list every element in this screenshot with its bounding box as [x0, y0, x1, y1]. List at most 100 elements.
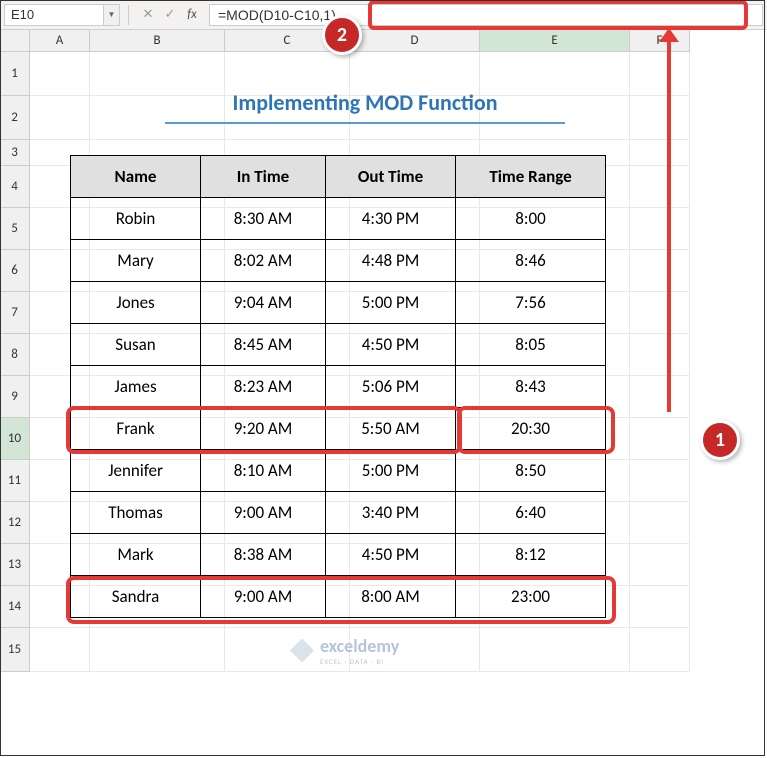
formula-input[interactable]	[209, 4, 763, 26]
cell-name[interactable]: Jennifer	[71, 450, 201, 492]
col-header-B[interactable]: B	[90, 30, 225, 52]
cell-F10[interactable]	[630, 418, 690, 460]
table-row: James8:23 AM5:06 PM8:43	[71, 366, 606, 408]
row-header-14[interactable]: 14	[0, 586, 30, 628]
cell-name[interactable]: Mary	[71, 240, 201, 282]
row-header-7[interactable]: 7	[0, 292, 30, 334]
cell-in[interactable]: 8:45 AM	[201, 324, 326, 366]
col-header-A[interactable]: A	[30, 30, 90, 52]
cell-out[interactable]: 8:00 AM	[326, 576, 456, 618]
cell-range[interactable]: 20:30	[456, 408, 606, 450]
cell-F8[interactable]	[630, 334, 690, 376]
cell-F15[interactable]	[630, 628, 690, 672]
cell-range[interactable]: 8:46	[456, 240, 606, 282]
cancel-icon[interactable]: ✕	[137, 4, 159, 26]
cell-in[interactable]: 8:23 AM	[201, 366, 326, 408]
cell-name[interactable]: Frank	[71, 408, 201, 450]
cell-name[interactable]: Susan	[71, 324, 201, 366]
row-header-6[interactable]: 6	[0, 250, 30, 292]
cell-range[interactable]: 8:00	[456, 198, 606, 240]
enter-icon[interactable]: ✓	[159, 4, 181, 26]
name-box-dropdown[interactable]: ▼	[104, 4, 120, 26]
cell-name[interactable]: Robin	[71, 198, 201, 240]
cell-F9[interactable]	[630, 376, 690, 418]
col-header-E[interactable]: E	[480, 30, 630, 52]
row-header-4[interactable]: 4	[0, 166, 30, 208]
header-in-time[interactable]: In Time	[201, 156, 326, 198]
table-row: Mary8:02 AM4:48 PM8:46	[71, 240, 606, 282]
cell-F2[interactable]	[630, 96, 690, 140]
row-header-8[interactable]: 8	[0, 334, 30, 376]
cell-name[interactable]: Sandra	[71, 576, 201, 618]
row-header-3[interactable]: 3	[0, 140, 30, 166]
cell-F1[interactable]	[630, 52, 690, 96]
spreadsheet-grid: A B C D E F 123456789101112131415	[0, 30, 767, 52]
cell-name[interactable]: Thomas	[71, 492, 201, 534]
cell-E15[interactable]	[480, 628, 630, 672]
cell-A2[interactable]	[30, 96, 90, 140]
cell-name[interactable]: Jones	[71, 282, 201, 324]
cell-F6[interactable]	[630, 250, 690, 292]
cell-F4[interactable]	[630, 166, 690, 208]
cell-range[interactable]: 7:56	[456, 282, 606, 324]
cell-out[interactable]: 5:06 PM	[326, 366, 456, 408]
cell-F3[interactable]	[630, 140, 690, 166]
table-row: Jennifer8:10 AM5:00 PM8:50	[71, 450, 606, 492]
col-header-D[interactable]: D	[350, 30, 480, 52]
watermark-text: exceldemy	[320, 635, 399, 657]
cell-F12[interactable]	[630, 502, 690, 544]
cell-out[interactable]: 5:00 PM	[326, 450, 456, 492]
table-header-row: Name In Time Out Time Time Range	[71, 156, 606, 198]
row-header-2[interactable]: 2	[0, 96, 30, 140]
row-header-15[interactable]: 15	[0, 628, 30, 672]
cell-in[interactable]: 9:00 AM	[201, 576, 326, 618]
table-row: Robin8:30 AM4:30 PM8:00	[71, 198, 606, 240]
cell-F7[interactable]	[630, 292, 690, 334]
cell-F5[interactable]	[630, 208, 690, 250]
cell-F14[interactable]	[630, 586, 690, 628]
cell-A1[interactable]	[30, 52, 90, 96]
cell-in[interactable]: 8:10 AM	[201, 450, 326, 492]
cell-range[interactable]: 8:50	[456, 450, 606, 492]
fx-icon[interactable]: fx	[181, 4, 203, 26]
cell-out[interactable]: 4:50 PM	[326, 324, 456, 366]
cell-in[interactable]: 8:02 AM	[201, 240, 326, 282]
cell-in[interactable]: 9:04 AM	[201, 282, 326, 324]
cell-out[interactable]: 4:48 PM	[326, 240, 456, 282]
row-header-12[interactable]: 12	[0, 502, 30, 544]
row-header-5[interactable]: 5	[0, 208, 30, 250]
row-header-11[interactable]: 11	[0, 460, 30, 502]
cell-in[interactable]: 9:00 AM	[201, 492, 326, 534]
row-header-10[interactable]: 10	[0, 418, 30, 460]
callout-2: 2	[322, 15, 362, 55]
row-header-1[interactable]: 1	[0, 52, 30, 96]
row-header-13[interactable]: 13	[0, 544, 30, 586]
header-name[interactable]: Name	[71, 156, 201, 198]
row-headers: 123456789101112131415	[0, 52, 30, 672]
cell-range[interactable]: 6:40	[456, 492, 606, 534]
cell-in[interactable]: 8:30 AM	[201, 198, 326, 240]
cell-range[interactable]: 8:43	[456, 366, 606, 408]
cell-in[interactable]: 9:20 AM	[201, 408, 326, 450]
cell-A15[interactable]	[30, 628, 90, 672]
cell-in[interactable]: 8:38 AM	[201, 534, 326, 576]
cell-name[interactable]: Mark	[71, 534, 201, 576]
cell-range[interactable]: 23:00	[456, 576, 606, 618]
cell-out[interactable]: 3:40 PM	[326, 492, 456, 534]
name-box[interactable]	[4, 4, 104, 26]
cell-out[interactable]: 4:30 PM	[326, 198, 456, 240]
select-all-corner[interactable]	[0, 30, 30, 52]
cell-F13[interactable]	[630, 544, 690, 586]
cell-out[interactable]: 5:00 PM	[326, 282, 456, 324]
cell-range[interactable]: 8:05	[456, 324, 606, 366]
cell-out[interactable]: 4:50 PM	[326, 534, 456, 576]
header-out-time[interactable]: Out Time	[326, 156, 456, 198]
cell-range[interactable]: 8:12	[456, 534, 606, 576]
cell-out[interactable]: 5:50 AM	[326, 408, 456, 450]
cell-F11[interactable]	[630, 460, 690, 502]
page-title: Implementing MOD Function	[100, 82, 630, 122]
cell-B15[interactable]	[90, 628, 225, 672]
cell-name[interactable]: James	[71, 366, 201, 408]
row-header-9[interactable]: 9	[0, 376, 30, 418]
header-time-range[interactable]: Time Range	[456, 156, 606, 198]
